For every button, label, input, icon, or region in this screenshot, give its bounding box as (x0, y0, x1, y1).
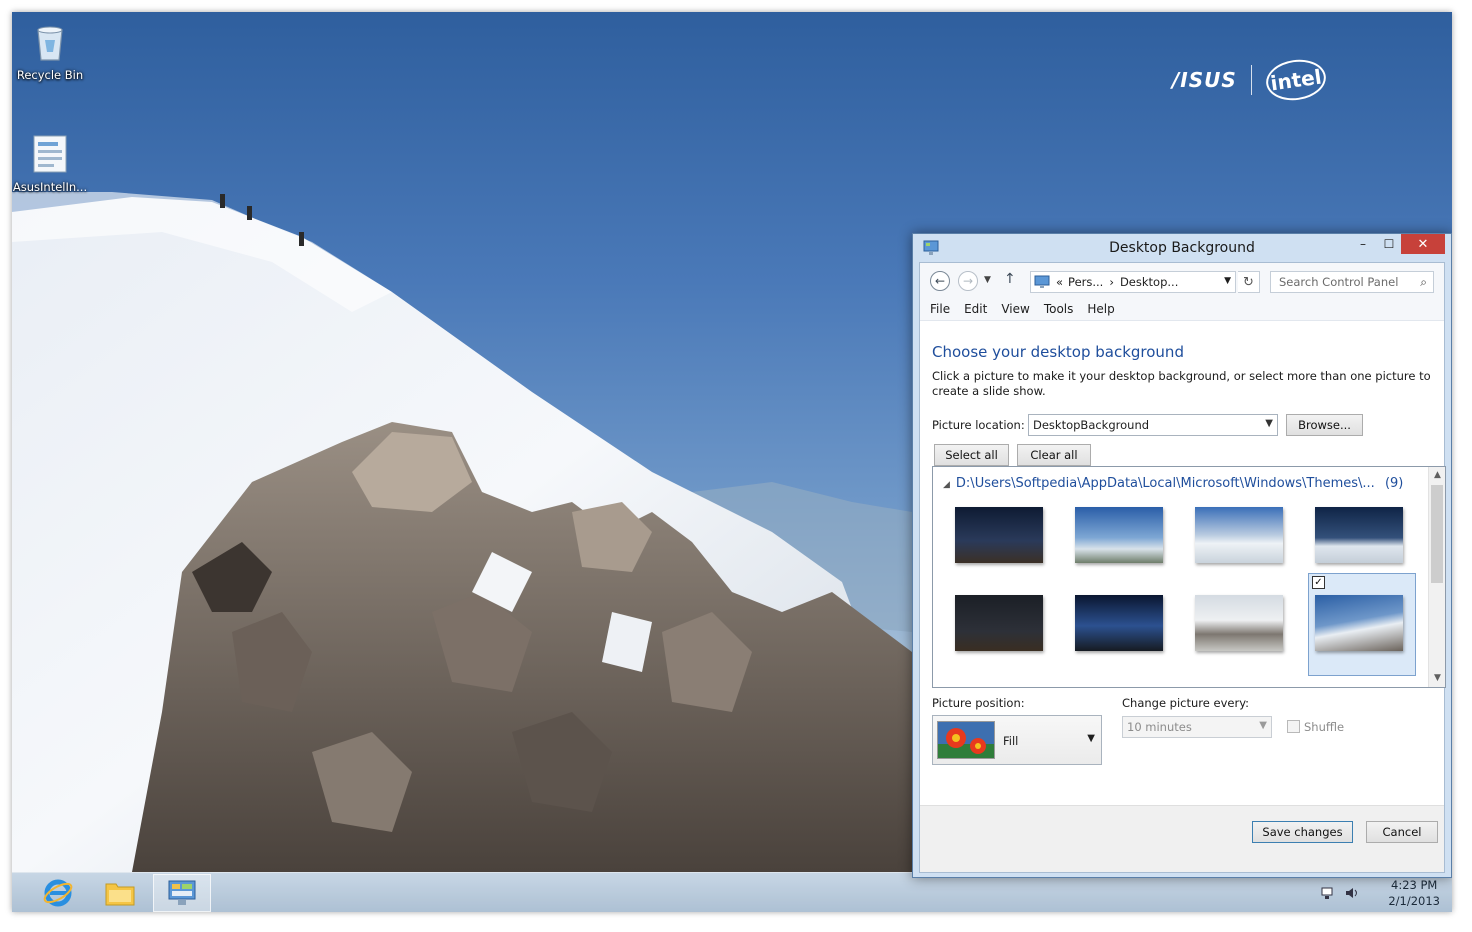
clock-date: 2/1/2013 (1388, 894, 1440, 908)
thumbnail-5[interactable] (955, 595, 1043, 651)
gallery-group-header[interactable]: ◢ D:\Users\Softpedia\AppData\Local\Micros… (943, 476, 1403, 491)
taskbar: 4:23 PM 2/1/2013 (12, 872, 1452, 912)
up-button[interactable]: ↑ (1004, 271, 1016, 287)
thumbnail-4[interactable] (1315, 507, 1403, 563)
system-clock[interactable]: 4:23 PM 2/1/2013 (1388, 877, 1440, 909)
refresh-icon: ↻ (1243, 274, 1254, 290)
forward-button[interactable]: → (958, 271, 978, 291)
select-all-button[interactable]: Select all (934, 444, 1009, 466)
recent-locations-dropdown[interactable]: ▼ (984, 275, 991, 285)
picture-location-value: DesktopBackground (1033, 418, 1150, 432)
picture-location-label: Picture location: (932, 418, 1025, 432)
thumbnail-8-selected[interactable] (1315, 595, 1403, 651)
desktop-icon-label: Recycle Bin (16, 68, 84, 82)
change-picture-label: Change picture every: (1122, 696, 1250, 710)
volume-icon[interactable] (1344, 885, 1360, 901)
shuffle-checkbox[interactable] (1287, 720, 1300, 733)
picture-position-label: Picture position: (932, 696, 1025, 710)
back-button[interactable]: ← (930, 271, 950, 291)
desktop-icon-label: AsusIntelIn... (12, 180, 88, 194)
chevron-down-icon: ▼ (984, 275, 991, 285)
taskbar-internet-explorer[interactable] (29, 874, 87, 912)
intel-logo: intel (1263, 56, 1329, 104)
navigation-bar: ← → ▼ ↑ « Pers... › Desktop... ▼ ↻ Searc… (920, 263, 1444, 297)
breadcrumb-item-desktop[interactable]: Desktop... (1120, 275, 1178, 289)
page-description: Click a picture to make it your desktop … (932, 369, 1431, 398)
internet-explorer-icon (43, 879, 73, 907)
menu-tools[interactable]: Tools (1044, 302, 1074, 316)
menu-bar: File Edit View Tools Help (920, 297, 1444, 321)
thumbnail-6[interactable] (1075, 595, 1163, 651)
scroll-up-icon[interactable]: ▲ (1429, 470, 1445, 480)
dialog-footer: Save changes Cancel (920, 805, 1444, 872)
chevron-down-icon: ▼ (1087, 733, 1095, 744)
desktop-icon-asus-intel[interactable]: AsusIntelIn... (12, 132, 88, 194)
shuffle-label: Shuffle (1304, 720, 1345, 734)
menu-edit[interactable]: Edit (964, 302, 987, 316)
breadcrumb-overflow[interactable]: « (1056, 275, 1063, 289)
menu-file[interactable]: File (930, 302, 950, 316)
page-heading: Choose your desktop background (932, 343, 1184, 361)
picture-position-select[interactable]: Fill ▼ (932, 715, 1102, 765)
minimize-button[interactable]: – (1351, 234, 1375, 254)
network-icon[interactable] (1320, 885, 1336, 901)
desktop-background-window: Desktop Background – ☐ ✕ ← → ▼ ↑ « Pers.… (912, 233, 1452, 878)
picture-location-select[interactable]: DesktopBackground ▼ (1028, 414, 1278, 436)
close-button[interactable]: ✕ (1401, 234, 1445, 254)
desktop: Recycle Bin AsusIntelIn... /ISUS intel 4… (12, 12, 1452, 912)
scroll-down-icon[interactable]: ▼ (1429, 673, 1445, 683)
flower-preview-icon (937, 721, 995, 759)
picture-gallery: ◢ D:\Users\Softpedia\AppData\Local\Micros… (932, 466, 1446, 688)
breadcrumb-item-personalization[interactable]: Pers... (1068, 275, 1103, 289)
chevron-down-icon: ▼ (1259, 720, 1267, 731)
arrow-up-icon: ↑ (1004, 271, 1016, 287)
refresh-button[interactable]: ↻ (1238, 271, 1260, 293)
cancel-button[interactable]: Cancel (1366, 821, 1438, 843)
control-panel-icon (168, 880, 196, 905)
maximize-button[interactable]: ☐ (1377, 234, 1401, 254)
address-dropdown-chevron-icon[interactable]: ▼ (1224, 276, 1231, 286)
clear-all-button[interactable]: Clear all (1017, 444, 1091, 466)
thumbnail-checkbox[interactable]: ✓ (1312, 576, 1325, 589)
logo-separator (1250, 65, 1252, 95)
taskbar-control-panel[interactable] (153, 874, 211, 912)
address-bar[interactable]: « Pers... › Desktop... ▼ (1030, 271, 1236, 293)
search-input[interactable]: Search Control Panel ⌕ (1270, 271, 1434, 293)
collapse-triangle-icon[interactable]: ◢ (943, 480, 950, 490)
menu-view[interactable]: View (1001, 302, 1029, 316)
scroll-thumb[interactable] (1431, 485, 1443, 583)
document-shortcut-icon (28, 132, 72, 176)
gallery-count: (9) (1384, 476, 1404, 491)
menu-help[interactable]: Help (1087, 302, 1114, 316)
thumbnail-2[interactable] (1075, 507, 1163, 563)
search-placeholder: Search Control Panel (1279, 275, 1399, 289)
clock-time: 4:23 PM (1391, 878, 1438, 892)
window-content: ← → ▼ ↑ « Pers... › Desktop... ▼ ↻ Searc… (919, 262, 1446, 873)
thumbnail-3[interactable] (1195, 507, 1283, 563)
arrow-right-icon: → (962, 274, 974, 288)
save-changes-button[interactable]: Save changes (1252, 821, 1353, 843)
recycle-bin-icon (28, 20, 72, 64)
picture-position-value: Fill (1003, 734, 1019, 748)
desktop-icon-recycle-bin[interactable]: Recycle Bin (12, 20, 88, 82)
gallery-path: D:\Users\Softpedia\AppData\Local\Microso… (955, 476, 1375, 491)
browse-button[interactable]: Browse... (1286, 414, 1363, 436)
change-interval-select[interactable]: 10 minutes ▼ (1122, 716, 1272, 738)
chevron-down-icon: ▼ (1265, 418, 1273, 429)
folder-icon (105, 883, 135, 906)
control-panel-address-icon (1034, 275, 1050, 288)
brand-logos: /ISUS intel (1172, 56, 1329, 104)
change-interval-value: 10 minutes (1127, 720, 1192, 734)
title-bar[interactable]: Desktop Background – ☐ ✕ (913, 234, 1451, 262)
thumbnail-7[interactable] (1195, 595, 1283, 651)
arrow-left-icon: ← (934, 274, 946, 288)
taskbar-file-explorer[interactable] (91, 874, 149, 912)
breadcrumb-separator: › (1109, 275, 1114, 289)
search-icon[interactable]: ⌕ (1420, 275, 1427, 290)
asus-logo: /ISUS (1172, 68, 1237, 92)
thumbnail-1[interactable] (955, 507, 1043, 563)
gallery-scrollbar[interactable]: ▲ ▼ (1428, 467, 1445, 687)
